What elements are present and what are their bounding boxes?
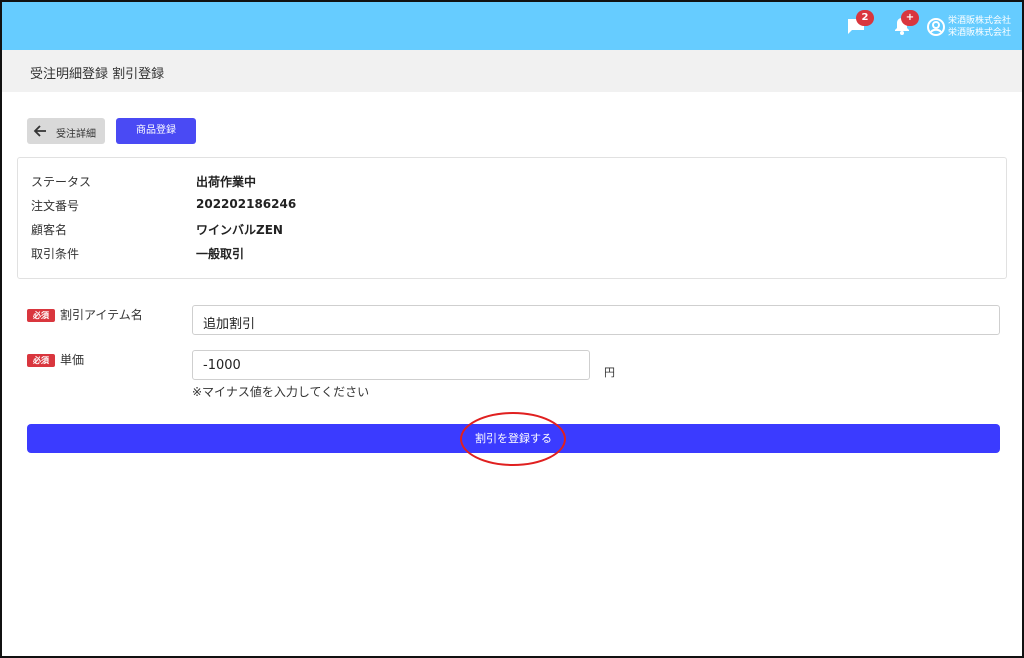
order-info-card: ステータス 出荷作業中 注文番号 202202186246 顧客名 ワインバルZ…: [17, 157, 1007, 279]
arrow-left-icon: [32, 123, 48, 142]
required-badge: 必須: [27, 309, 55, 322]
item-name-label: 割引アイテム名: [60, 308, 143, 322]
product-register-button[interactable]: 商品登録: [116, 118, 196, 144]
message-badge: 2: [856, 10, 874, 26]
price-input[interactable]: -1000: [192, 350, 590, 380]
status-label: ステータス: [31, 175, 92, 189]
price-unit: 円: [604, 366, 615, 379]
order-number-value: 202202186246: [196, 197, 297, 211]
app-window: 2 + 栄酒販株式会社 栄酒販株式会社 受注明細登録 割引登録 受注詳細 商品登…: [0, 0, 1024, 658]
order-number-label: 注文番号: [31, 199, 80, 213]
required-badge: 必須: [27, 354, 55, 367]
user-company-name[interactable]: 栄酒販株式会社: [948, 15, 1011, 27]
header-bar: 2 + 栄酒販株式会社 栄酒販株式会社: [2, 2, 1022, 50]
trade-terms-value: 一般取引: [196, 247, 245, 261]
customer-name-label: 顧客名: [31, 223, 68, 237]
back-button-label: 受注詳細: [56, 129, 96, 140]
item-name-input[interactable]: 追加割引: [192, 305, 1000, 335]
user-name[interactable]: 栄酒販株式会社: [948, 27, 1011, 39]
status-value: 出荷作業中: [196, 175, 257, 189]
title-bar: 受注明細登録 割引登録: [2, 50, 1022, 92]
user-icon[interactable]: [926, 17, 946, 37]
page-title: 受注明細登録 割引登録: [30, 67, 165, 82]
trade-terms-label: 取引条件: [31, 247, 80, 261]
back-button[interactable]: 受注詳細: [27, 118, 105, 144]
price-label: 単価: [60, 353, 85, 367]
customer-name-value: ワインバルZEN: [196, 223, 283, 237]
notification-badge: +: [901, 10, 919, 26]
highlight-circle: [460, 412, 566, 466]
price-hint: ※マイナス値を入力してください: [192, 385, 370, 399]
